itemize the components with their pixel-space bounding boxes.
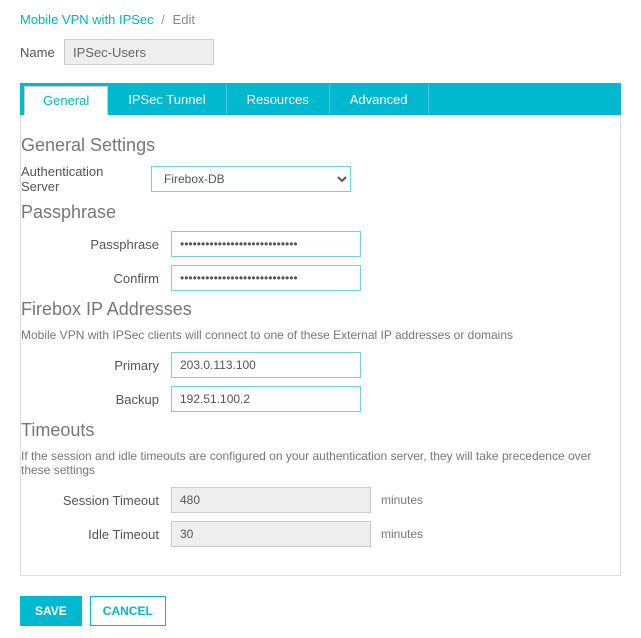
breadcrumb-current: Edit	[173, 12, 195, 27]
idle-timeout-label: Idle Timeout	[21, 527, 171, 542]
passphrase-input[interactable]	[171, 231, 361, 257]
tabbar: General IPSec Tunnel Resources Advanced	[20, 83, 621, 115]
save-button[interactable]: SAVE	[20, 596, 82, 626]
backup-label: Backup	[21, 392, 171, 407]
section-passphrase: Passphrase	[21, 202, 620, 223]
tab-ipsec-tunnel[interactable]: IPSec Tunnel	[108, 84, 226, 114]
firebox-helper: Mobile VPN with IPSec clients will conne…	[21, 328, 620, 342]
passphrase-label: Passphrase	[21, 237, 171, 252]
primary-row: Primary	[21, 352, 620, 378]
session-timeout-input[interactable]	[171, 487, 371, 513]
session-timeout-row: Session Timeout minutes	[21, 487, 620, 513]
confirm-row: Confirm	[21, 265, 620, 291]
idle-timeout-row: Idle Timeout minutes	[21, 521, 620, 547]
auth-server-label: Authentication Server	[21, 164, 151, 194]
name-row: Name	[20, 39, 621, 65]
backup-row: Backup	[21, 386, 620, 412]
confirm-input[interactable]	[171, 265, 361, 291]
cancel-button[interactable]: CANCEL	[90, 596, 166, 626]
tab-general[interactable]: General	[24, 86, 108, 115]
primary-label: Primary	[21, 358, 171, 373]
idle-timeout-units: minutes	[381, 527, 423, 541]
backup-input[interactable]	[171, 386, 361, 412]
section-firebox-ip: Firebox IP Addresses	[21, 299, 620, 320]
passphrase-row: Passphrase	[21, 231, 620, 257]
section-timeouts: Timeouts	[21, 420, 620, 441]
tab-advanced[interactable]: Advanced	[330, 84, 429, 114]
session-timeout-label: Session Timeout	[21, 493, 171, 508]
confirm-label: Confirm	[21, 271, 171, 286]
breadcrumb-sep: /	[161, 12, 165, 27]
idle-timeout-input[interactable]	[171, 521, 371, 547]
section-general-settings: General Settings	[21, 135, 620, 156]
name-label: Name	[20, 45, 64, 60]
tab-resources[interactable]: Resources	[227, 84, 330, 114]
name-input[interactable]	[64, 39, 214, 65]
auth-server-select[interactable]: Firebox-DB	[151, 166, 351, 192]
auth-server-row: Authentication Server Firebox-DB	[21, 164, 620, 194]
timeouts-helper: If the session and idle timeouts are con…	[21, 449, 620, 477]
breadcrumb-parent[interactable]: Mobile VPN with IPSec	[20, 12, 154, 27]
button-row: SAVE CANCEL	[20, 596, 621, 626]
tab-panel-general: General Settings Authentication Server F…	[20, 115, 621, 576]
primary-input[interactable]	[171, 352, 361, 378]
breadcrumb: Mobile VPN with IPSec / Edit	[20, 12, 621, 27]
session-timeout-units: minutes	[381, 493, 423, 507]
